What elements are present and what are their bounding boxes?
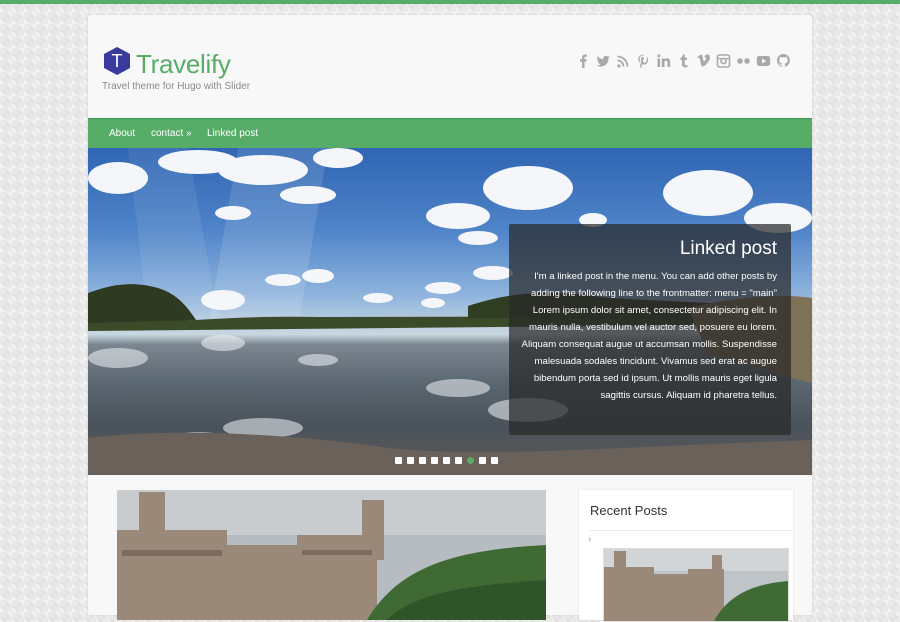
- slider-dot[interactable]: [455, 457, 462, 464]
- slide-caption: Linked post I'm a linked post in the men…: [509, 224, 791, 435]
- pinterest-icon[interactable]: [636, 53, 651, 69]
- svg-text:T: T: [112, 51, 123, 71]
- nav-item-contact[interactable]: contact »: [151, 119, 192, 148]
- github-icon[interactable]: [776, 53, 791, 69]
- image-slider[interactable]: Linked post I'm a linked post in the men…: [88, 148, 812, 475]
- flickr-icon[interactable]: [736, 53, 751, 69]
- slider-dot-active[interactable]: [467, 457, 474, 464]
- nav-item-about[interactable]: About: [109, 119, 135, 148]
- slider-dot[interactable]: [395, 457, 402, 464]
- rss-icon[interactable]: [616, 53, 631, 69]
- slide-caption-text: I'm a linked post in the menu. You can a…: [521, 271, 777, 401]
- slider-dot[interactable]: [407, 457, 414, 464]
- slider-dot[interactable]: [491, 457, 498, 464]
- site-tagline: Travel theme for Hugo with Slider: [102, 81, 251, 92]
- instagram-icon[interactable]: [716, 53, 731, 69]
- slider-dot[interactable]: [431, 457, 438, 464]
- twitter-icon[interactable]: [596, 53, 611, 69]
- slider-dot[interactable]: [419, 457, 426, 464]
- main-nav: About contact » Linked post: [88, 118, 812, 148]
- sidebar-widget-recent-posts: Recent Posts ›: [579, 490, 793, 622]
- tumblr-icon[interactable]: [676, 53, 691, 69]
- post-featured-image[interactable]: [117, 490, 546, 620]
- youtube-icon[interactable]: [756, 53, 771, 69]
- nav-item-linked-post[interactable]: Linked post: [207, 119, 258, 148]
- facebook-icon[interactable]: [576, 53, 591, 69]
- social-icons: [576, 53, 791, 69]
- widget-title: Recent Posts: [590, 503, 668, 518]
- slider-dot[interactable]: [443, 457, 450, 464]
- slide-caption-title[interactable]: Linked post: [680, 237, 777, 261]
- recent-post-thumbnail[interactable]: [603, 548, 789, 622]
- slider-dot[interactable]: [479, 457, 486, 464]
- widget-divider: [590, 530, 792, 531]
- vimeo-icon[interactable]: [696, 53, 711, 69]
- slider-pagination: [395, 457, 498, 465]
- page-container: T Travelify Travel theme for Hugo with S…: [88, 15, 812, 622]
- list-bullet-icon: ›: [588, 534, 592, 545]
- top-accent-bar: [0, 0, 900, 4]
- logo-icon[interactable]: T: [102, 46, 132, 76]
- linkedin-icon[interactable]: [656, 53, 671, 69]
- site-title[interactable]: Travelify: [136, 49, 231, 79]
